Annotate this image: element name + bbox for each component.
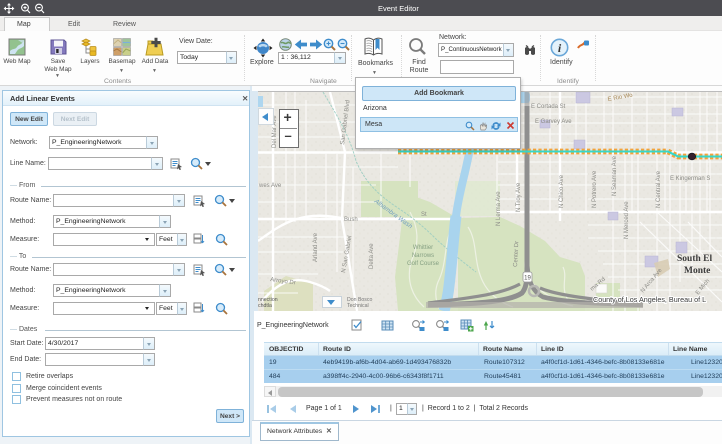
svg-text:19: 19	[524, 276, 531, 282]
svg-text:wes Ave: wes Ave	[258, 183, 282, 189]
svg-text:St: St	[421, 212, 427, 218]
svg-text:Technical: Technical	[347, 303, 369, 309]
svg-text:Bush: Bush	[344, 217, 358, 223]
svg-text:N Lerma Ave: N Lerma Ave	[496, 191, 502, 226]
svg-text:Golf Course: Golf Course	[407, 261, 440, 267]
svg-text:Arland Ave: Arland Ave	[313, 232, 319, 262]
svg-text:N Chico Ave: N Chico Ave	[559, 174, 565, 208]
svg-text:N Central Ave: N Central Ave	[656, 170, 662, 208]
svg-text:Delta Ave: Delta Ave	[369, 243, 375, 269]
svg-text:E Garvey Ave: E Garvey Ave	[535, 119, 572, 125]
svg-text:N Seaman Ave: N Seaman Ave	[612, 155, 618, 196]
svg-text:N Troy Ave: N Troy Ave	[516, 182, 522, 212]
svg-text:N Potrero Ave: N Potrero Ave	[592, 170, 598, 208]
svg-text:County of Los Angeles, Bureau: County of Los Angeles, Bureau of L	[593, 295, 706, 304]
svg-text:E Cortada St: E Cortada St	[531, 104, 566, 110]
svg-text:chdtla: chdtla	[258, 303, 272, 309]
svg-text:South El: South El	[677, 254, 712, 264]
svg-text:Narrows: Narrows	[412, 253, 434, 259]
svg-text:N Merced Ave: N Merced Ave	[624, 201, 630, 239]
svg-text:Whittier: Whittier	[413, 245, 433, 251]
svg-text:Monte: Monte	[684, 266, 710, 276]
svg-text:E Kingerman S: E Kingerman S	[670, 176, 710, 182]
